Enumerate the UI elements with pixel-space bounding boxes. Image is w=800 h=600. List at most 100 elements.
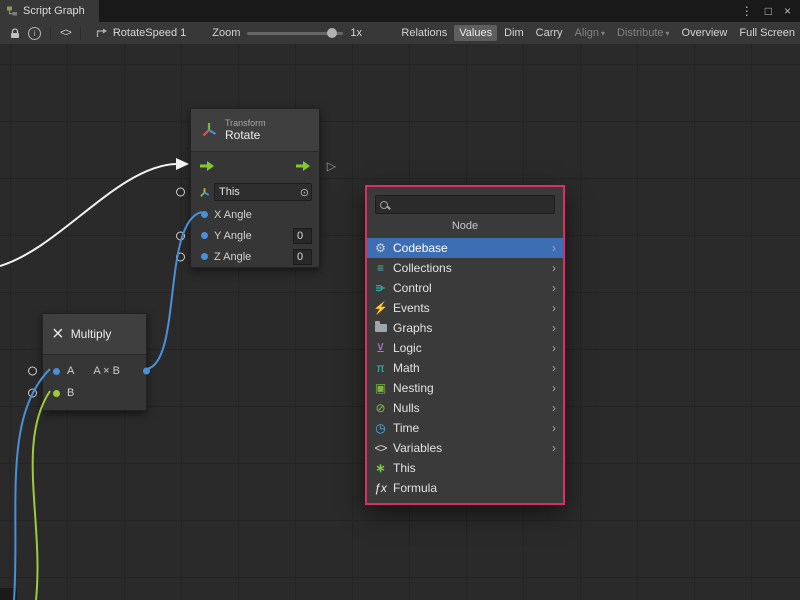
formula-icon: ƒx [373,481,388,495]
close-icon[interactable]: × [784,4,791,18]
search-icon [380,201,388,209]
port-x-angle[interactable] [201,211,208,218]
chevron-right-icon: › [552,301,556,315]
node-finder-popup: Node ⚙ Codebase › ≡ Collections › ⋔ Cont… [365,185,565,505]
finder-item-codebase[interactable]: ⚙ Codebase › [367,238,563,258]
port-row-this: This ⊙ [191,180,319,204]
port-b[interactable] [53,390,60,397]
toolbar-button-carry[interactable]: Carry [531,25,568,41]
chevron-down-icon: ▾ [601,29,605,38]
port-this[interactable] [176,188,185,197]
breadcrumb[interactable]: RotateSpeed 1 [96,27,186,39]
graph-canvas[interactable]: Transform Rotate ▷ This ⊙ [0,44,800,600]
graph-toolbar: i <> RotateSpeed 1 Zoom 1x Relations Val… [0,22,800,45]
chevron-right-icon: › [552,381,556,395]
tab-title: Script Graph [23,5,85,17]
toolbar-button-distribute[interactable]: Distribute▾ [612,25,674,41]
variables-icon: <> [373,441,388,455]
finder-item-nulls[interactable]: ⊘ Nulls › [367,398,563,418]
this-object-field[interactable]: This ⊙ [214,183,312,201]
finder-item-control[interactable]: ⋔ Control › [367,278,563,298]
flow-wire [0,164,176,266]
flow-in-arrow-icon[interactable] [199,160,215,172]
graph-breadcrumb-icon [96,28,108,38]
chevron-right-icon: › [552,241,556,255]
node-title: Rotate [225,129,266,142]
zoom-label: Zoom [212,27,240,39]
port-a-x-b-output[interactable] [143,368,150,375]
y-angle-value-field[interactable]: 0 [293,228,312,244]
code-view-icon[interactable]: <> [56,27,75,39]
this-icon: ∗ [373,461,388,475]
port-row-b: B [43,382,146,404]
toolbar-button-relations[interactable]: Relations [396,25,452,41]
node-transform-rotate[interactable]: Transform Rotate ▷ This ⊙ [190,108,320,268]
finder-item-time[interactable]: ◷ Time › [367,418,563,438]
z-angle-value-field[interactable]: 0 [293,249,312,265]
finder-item-graphs[interactable]: Graphs › [367,318,563,338]
lock-icon[interactable] [6,28,24,39]
folder-icon [373,321,388,335]
tab-script-graph[interactable]: Script Graph [0,0,99,22]
wire-to-multiply-b [33,391,50,600]
finder-item-this[interactable]: ∗ This [367,458,563,478]
node-title: Multiply [71,328,112,341]
transform-axes-icon [200,121,218,139]
nesting-icon: ▣ [373,381,388,395]
port-b-outer[interactable] [28,389,37,398]
pi-icon: π [373,361,388,375]
finder-item-math[interactable]: π Math › [367,358,563,378]
chevron-down-icon: ▾ [666,29,670,38]
port-row-y-angle: Y Angle 0 [191,225,319,246]
window-tab-bar: Script Graph ⋮ □ × [0,0,800,22]
breadcrumb-label: RotateSpeed 1 [113,27,186,39]
info-icon[interactable]: i [24,27,45,40]
finder-item-collections[interactable]: ≡ Collections › [367,258,563,278]
node-header[interactable]: × Multiply [43,314,146,355]
zoom-control: Zoom 1x [212,27,362,39]
finder-item-formula[interactable]: ƒx Formula [367,478,563,498]
toolbar-button-fullscreen[interactable]: Full Screen [734,25,800,41]
list-icon: ≡ [373,261,388,275]
zoom-slider-knob[interactable] [327,28,337,38]
gear-icon: ⚙ [373,241,388,255]
lightning-icon: ⚡ [373,301,388,315]
node-multiply[interactable]: × Multiply A A × B B [42,313,147,411]
search-box[interactable] [375,195,555,214]
flow-wire-arrowhead-icon [176,158,189,170]
finder-item-events[interactable]: ⚡ Events › [367,298,563,318]
window-menu-icon[interactable]: ⋮ [741,4,753,18]
node-header[interactable]: Transform Rotate [191,109,319,152]
finder-item-nesting[interactable]: ▣ Nesting › [367,378,563,398]
finder-item-logic[interactable]: ⊻ Logic › [367,338,563,358]
mini-axes-icon [199,187,210,198]
port-y-angle-outer[interactable] [176,231,185,240]
flow-out-arrow-icon[interactable] [295,160,311,172]
toolbar-button-overview[interactable]: Overview [677,25,733,41]
toolbar-button-values[interactable]: Values [454,25,497,41]
script-graph-icon [6,5,18,17]
branch-icon: ⋔ [373,281,388,295]
port-z-angle[interactable] [201,253,208,260]
object-picker-icon[interactable]: ⊙ [300,186,309,199]
chevron-right-icon: › [552,361,556,375]
chevron-right-icon: › [552,421,556,435]
port-z-angle-outer[interactable] [176,252,185,261]
multiply-icon: × [52,324,64,344]
search-input[interactable] [393,198,550,212]
port-row-z-angle: Z Angle 0 [191,246,319,267]
flow-out-triangle-icon[interactable]: ▷ [327,159,336,173]
logic-icon: ⊻ [373,341,388,355]
port-a-outer[interactable] [28,367,37,376]
flow-row: ▷ [191,152,319,180]
finder-header: Node [367,220,563,232]
maximize-icon[interactable]: □ [765,4,772,18]
port-row-a: A A × B [43,360,146,382]
toolbar-button-dim[interactable]: Dim [499,25,529,41]
finder-item-variables[interactable]: <> Variables › [367,438,563,458]
zoom-slider[interactable] [247,32,343,35]
toolbar-button-align[interactable]: Align▾ [570,25,610,41]
port-y-angle[interactable] [201,232,208,239]
zoom-value: 1x [350,27,362,39]
port-a[interactable] [53,368,60,375]
